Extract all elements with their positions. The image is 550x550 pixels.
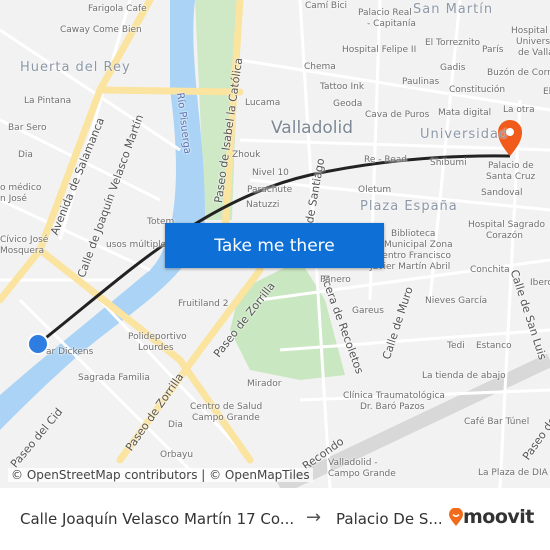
poi-label: Bar Sero xyxy=(8,123,47,133)
poi-label: Camí Bici xyxy=(305,1,348,11)
poi-label: La tienda de abajo xyxy=(422,371,506,381)
poi-label: Panero xyxy=(320,275,351,285)
map[interactable]: Huerta del Rey San Martín Universidad Pl… xyxy=(0,0,550,488)
poi-label: El Torreznito xyxy=(425,38,481,48)
poi-label: Buzón de Correos xyxy=(487,68,550,78)
poi-label: Conchita xyxy=(470,265,510,275)
poi-label: Hospital Clínico xyxy=(511,26,550,36)
poi-label: Hospital Sagrado xyxy=(468,220,545,230)
poi-label: Palacio de xyxy=(488,161,534,171)
district-label: Universidad xyxy=(420,127,509,142)
poi-label: Campo Grande xyxy=(328,469,396,479)
poi-label: Dia xyxy=(168,420,183,430)
poi-label: Mosquera xyxy=(0,246,45,256)
poi-label: Café Bar Túnel xyxy=(464,417,530,427)
poi-label: Clínica Traumatológica xyxy=(343,391,445,401)
poi-label: Gareus xyxy=(352,306,384,316)
footer: Calle Joaquín Velasco Martín 17 Co... → … xyxy=(0,488,550,550)
poi-label: Paulinas xyxy=(402,77,440,87)
poi-label: - Capitanía xyxy=(367,19,416,29)
poi-label: Campo Grande xyxy=(192,413,260,423)
poi-label: Universitario xyxy=(516,37,550,47)
poi-label: ar Dickens xyxy=(46,347,94,357)
poi-label: Palacio Real xyxy=(358,8,412,18)
poi-label: Iberc xyxy=(530,278,550,288)
poi-label: Valladolid - xyxy=(328,458,378,468)
city-label: Valladolid xyxy=(271,118,354,138)
district-label: San Martín xyxy=(413,2,494,17)
origin-name: Calle Joaquín Velasco Martín 17 Co... xyxy=(20,510,295,528)
poi-label: Nivel 10 xyxy=(252,168,289,178)
poi-label: La otra xyxy=(503,105,535,115)
take-me-there-button[interactable]: Take me there xyxy=(165,223,384,268)
poi-label: n José xyxy=(0,194,27,204)
poi-label: París xyxy=(482,45,504,55)
poi-label: Estanco xyxy=(476,341,512,351)
poi-label: Farigola Cafe xyxy=(88,4,147,14)
poi-label: Cívico José xyxy=(0,235,49,245)
destination-name: Palacio De S... xyxy=(336,510,443,528)
poi-label: Chema xyxy=(304,62,336,72)
poi-label: de Valladolid xyxy=(518,48,550,58)
moovit-logo-text: moovit xyxy=(463,506,534,528)
poi-label: Lucama xyxy=(245,98,281,108)
poi-label: La Plaza de DIA xyxy=(478,468,548,478)
poi-label: Corazón xyxy=(486,231,523,241)
poi-label: Nieves García xyxy=(425,296,488,306)
poi-label: usos múltiples xyxy=(106,240,171,250)
moovit-logo: moovit xyxy=(449,506,534,528)
poi-label: Mata digital xyxy=(438,108,492,118)
poi-label: Tedi xyxy=(447,341,465,351)
poi-label: Sandoval xyxy=(481,188,523,198)
poi-label: Santa Cruz xyxy=(486,172,536,182)
poi-label: Centro de Salud xyxy=(190,402,263,412)
poi-label: El xyxy=(543,87,550,97)
poi-label: Dia xyxy=(18,150,33,160)
poi-label: Oletum xyxy=(358,185,392,195)
poi-label: Biblioteca xyxy=(391,229,436,239)
poi-label: Hospital Felipe II xyxy=(342,45,417,55)
poi-label: La Pintana xyxy=(24,96,72,106)
poi-label: Shibumi xyxy=(430,158,467,168)
poi-label: Re - Read xyxy=(364,155,407,165)
poi-label: Municipal Zona xyxy=(384,240,453,250)
map-attribution[interactable]: © OpenStreetMap contributors | © OpenMap… xyxy=(8,468,313,482)
poi-label: Dr. Baró Pazos xyxy=(360,402,425,412)
poi-label: Constitución xyxy=(449,85,506,95)
moovit-pin-icon xyxy=(449,508,463,526)
poi-label: Mirador xyxy=(247,379,282,389)
origin-marker xyxy=(27,333,49,355)
poi-label: Cava de Puros xyxy=(365,110,430,120)
poi-label: Sagrada Familia xyxy=(78,373,150,383)
poi-label: Geoda xyxy=(333,99,363,109)
poi-label: Parachute xyxy=(247,185,293,195)
poi-label: Fruitiland 2 xyxy=(178,299,229,309)
poi-label: Zhouk xyxy=(232,150,261,160)
poi-label: Natuzzi xyxy=(246,200,280,210)
poi-label: Caway Come Bien xyxy=(60,25,142,35)
poi-label: Lourdes xyxy=(138,343,174,353)
poi-label: o médico xyxy=(0,183,42,193)
district-label: Plaza España xyxy=(360,199,458,214)
poi-label: Polideportivo xyxy=(128,332,187,342)
poi-label: Tattoo Ink xyxy=(320,82,365,92)
district-label: Huerta del Rey xyxy=(20,60,131,75)
poi-label: Centro Francisco xyxy=(376,251,451,261)
arrow-right-icon: → xyxy=(306,507,322,528)
poi-label: Gadis xyxy=(440,63,466,73)
poi-label: Orbayu xyxy=(160,450,194,460)
